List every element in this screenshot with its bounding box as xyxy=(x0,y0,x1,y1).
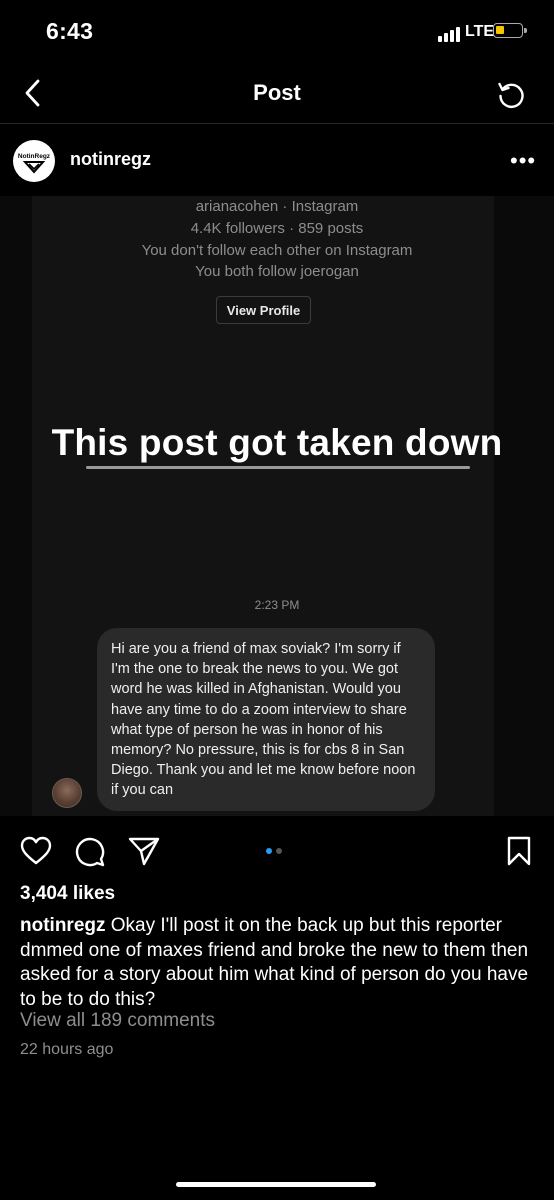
likes-count[interactable]: 3,404 likes xyxy=(20,883,115,905)
network-label: LTE xyxy=(465,23,495,40)
avatar-logo-text: NotinRegz xyxy=(18,153,51,160)
profile-stats: 4.4K followers · 859 posts xyxy=(190,220,364,237)
view-comments-link[interactable]: View all 189 comments xyxy=(20,1010,215,1032)
home-indicator[interactable] xyxy=(176,1182,376,1187)
battery-icon xyxy=(493,23,527,38)
post-image[interactable]: arianacohen · Instagram 4.4K followers ·… xyxy=(0,196,554,816)
profile-handle: arianacohen · Instagram xyxy=(195,198,359,215)
heart-icon[interactable] xyxy=(20,836,52,866)
page-title: Post xyxy=(253,80,301,105)
refresh-icon[interactable] xyxy=(496,79,526,109)
carousel-indicator xyxy=(266,848,282,854)
status-time: 6:43 xyxy=(46,18,94,44)
signal-icon xyxy=(438,26,460,42)
post-caption: notinregz Okay I'll post it on the back … xyxy=(20,914,540,1012)
caption-username[interactable]: notinregz xyxy=(20,915,106,936)
overlay-headline: This post got taken down xyxy=(51,422,503,463)
profile-mutual: You both follow joerogan xyxy=(195,263,359,280)
message-timestamp: 2:23 PM xyxy=(254,598,300,612)
profile-follow-status: You don't follow each other on Instagram xyxy=(141,242,413,259)
avatar[interactable]: NotinRegz xyxy=(13,140,55,182)
post-time-ago: 22 hours ago xyxy=(20,1041,114,1058)
carousel-dot xyxy=(276,848,282,854)
view-profile-button: View Profile xyxy=(216,296,311,324)
share-icon[interactable] xyxy=(128,836,160,866)
message-bubble: Hi are you a friend of max soviak? I'm s… xyxy=(97,628,435,811)
sender-avatar xyxy=(52,778,82,808)
more-options-icon[interactable]: ••• xyxy=(510,148,536,174)
post-username[interactable]: notinregz xyxy=(70,149,151,170)
comment-icon[interactable] xyxy=(74,836,106,868)
headline-underline xyxy=(86,466,470,469)
bookmark-icon[interactable] xyxy=(506,836,532,866)
carousel-dot-active xyxy=(266,848,272,854)
header-divider xyxy=(0,123,554,124)
